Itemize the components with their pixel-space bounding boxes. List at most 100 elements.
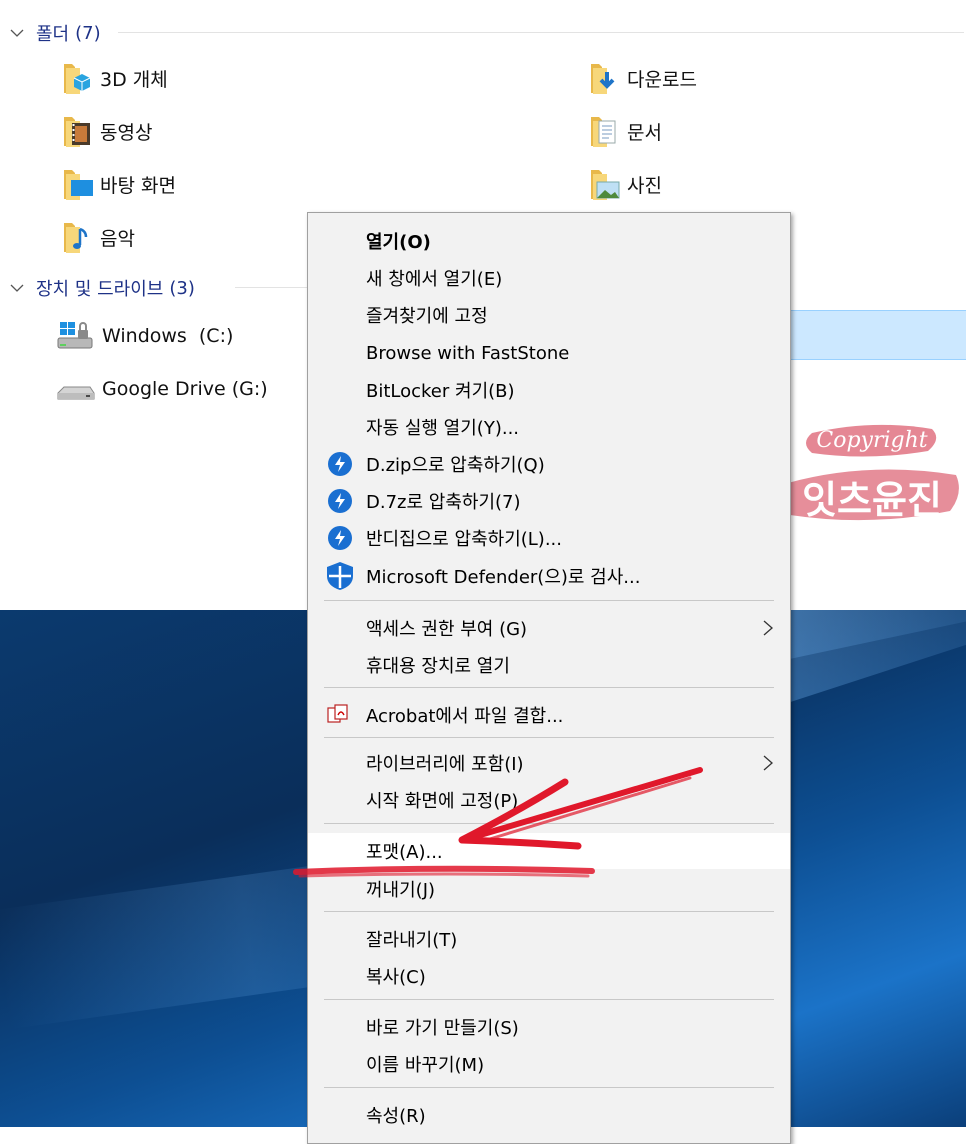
folder-item-desktop[interactable]: 바탕 화면 — [60, 166, 176, 202]
menu-item-label: BitLocker 켜기(B) — [366, 381, 515, 402]
videos-folder-icon — [60, 113, 94, 149]
chevron-right-icon — [763, 755, 773, 771]
bandizip-icon — [328, 452, 352, 476]
selected-drive-highlight — [790, 310, 966, 360]
folder-label: 사진 — [627, 174, 662, 197]
drive-label: Google Drive (G:) — [102, 378, 268, 400]
acrobat-combine-icon — [327, 704, 348, 723]
folder-label: 다운로드 — [627, 68, 697, 91]
documents-folder-icon — [587, 113, 621, 149]
menu-item-7z[interactable]: D.7z로 압축하기(7) — [308, 483, 790, 519]
music-folder-icon — [60, 219, 94, 255]
folders-group-count: (7) — [75, 22, 101, 44]
menu-item-defender-scan[interactable]: Microsoft Defender(으)로 검사... — [308, 558, 790, 594]
context-menu: 열기(O) 새 창에서 열기(E) 즐겨찾기에 고정 Browse with F… — [307, 212, 791, 1144]
menu-separator — [324, 1087, 774, 1088]
menu-item-eject[interactable]: 꺼내기(J) — [308, 871, 790, 907]
bandizip-icon — [328, 489, 352, 513]
menu-separator — [324, 600, 774, 601]
menu-item-label: 반디집으로 압축하기(L)... — [366, 529, 562, 550]
menu-item-label: Browse with FastStone — [366, 342, 570, 364]
menu-item-label: 속성(R) — [366, 1106, 426, 1127]
folder-item-3d-objects[interactable]: 3D 개체 — [60, 60, 168, 96]
menu-item-label: 자동 실행 열기(Y)... — [366, 418, 520, 439]
menu-item-label: 포맷(A)... — [366, 842, 443, 863]
menu-separator — [324, 737, 774, 738]
menu-item-include-library[interactable]: 라이브러리에 포함(I) — [308, 745, 790, 781]
menu-item-label: D.zip으로 압축하기(Q) — [366, 455, 545, 476]
chevron-down-icon — [10, 284, 24, 292]
menu-item-cut[interactable]: 잘라내기(T) — [308, 921, 790, 957]
menu-item-properties[interactable]: 속성(R) — [308, 1097, 790, 1133]
folder-item-music[interactable]: 음악 — [60, 219, 135, 255]
menu-item-zip[interactable]: D.zip으로 압축하기(Q) — [308, 446, 790, 482]
menu-separator — [324, 687, 774, 688]
defender-shield-icon — [327, 562, 353, 590]
drives-group-label: 장치 및 드라이브 — [36, 279, 164, 300]
chevron-right-icon — [763, 620, 773, 636]
menu-item-format[interactable]: 포맷(A)... — [308, 833, 790, 869]
drives-group-header[interactable]: 장치 및 드라이브 (3) — [10, 275, 195, 301]
folder-item-documents[interactable]: 문서 — [587, 113, 662, 149]
menu-item-bandizip[interactable]: 반디집으로 압축하기(L)... — [308, 520, 790, 556]
watermark-line2: 잇츠윤진 — [802, 478, 942, 522]
3d-objects-folder-icon — [60, 60, 94, 96]
downloads-folder-icon — [587, 60, 621, 96]
menu-item-label: 바로 가기 만들기(S) — [366, 1018, 519, 1039]
drive-label: Windows (C:) — [102, 325, 234, 347]
menu-item-label: Microsoft Defender(으)로 검사... — [366, 567, 641, 588]
bandizip-icon — [328, 526, 352, 550]
menu-item-label: 열기(O) — [366, 232, 431, 253]
menu-item-label: 새 창에서 열기(E) — [366, 269, 503, 290]
desktop-folder-icon — [60, 166, 94, 202]
folder-label: 문서 — [627, 121, 662, 144]
menu-item-label: 즐겨찾기에 고정 — [366, 306, 488, 327]
folder-item-pictures[interactable]: 사진 — [587, 166, 662, 202]
menu-item-label: D.7z로 압축하기(7) — [366, 492, 521, 513]
menu-item-open[interactable]: 열기(O) — [308, 223, 790, 259]
menu-item-give-access[interactable]: 액세스 권한 부여 (G) — [308, 610, 790, 646]
copyright-watermark: Copyright 잇츠윤진 — [784, 424, 959, 522]
menu-item-pin-start[interactable]: 시작 화면에 고정(P) — [308, 782, 790, 818]
menu-item-open-new-window[interactable]: 새 창에서 열기(E) — [308, 260, 790, 296]
folder-label: 바탕 화면 — [100, 174, 176, 197]
menu-item-create-shortcut[interactable]: 바로 가기 만들기(S) — [308, 1009, 790, 1045]
folders-group-label: 폴더 — [36, 24, 70, 45]
drive-item-windows[interactable]: Windows (C:) — [56, 318, 233, 354]
folders-group-header[interactable]: 폴더 (7) — [10, 20, 101, 46]
watermark-line1: Copyright — [816, 428, 927, 453]
menu-item-label: 복사(C) — [366, 967, 426, 988]
group-divider — [235, 287, 307, 288]
menu-item-autoplay[interactable]: 자동 실행 열기(Y)... — [308, 409, 790, 445]
menu-item-browse-faststone[interactable]: Browse with FastStone — [308, 335, 790, 371]
menu-item-bitlocker[interactable]: BitLocker 켜기(B) — [308, 372, 790, 408]
menu-separator — [324, 823, 774, 824]
menu-item-copy[interactable]: 복사(C) — [308, 958, 790, 994]
drives-group-count: (3) — [169, 277, 195, 299]
chevron-down-icon — [10, 29, 24, 37]
menu-item-label: 꺼내기(J) — [366, 880, 436, 901]
menu-item-label: 이름 바꾸기(M) — [366, 1055, 485, 1076]
menu-item-acrobat-combine[interactable]: Acrobat에서 파일 결합... — [308, 697, 790, 733]
google-drive-icon — [56, 371, 96, 407]
folder-item-downloads[interactable]: 다운로드 — [587, 60, 697, 96]
menu-item-rename[interactable]: 이름 바꾸기(M) — [308, 1046, 790, 1082]
drive-item-google-drive[interactable]: Google Drive (G:) — [56, 371, 268, 407]
folder-label: 3D 개체 — [100, 68, 168, 91]
menu-item-label: 잘라내기(T) — [366, 930, 458, 951]
menu-item-pin-quick-access[interactable]: 즐겨찾기에 고정 — [308, 297, 790, 333]
menu-separator — [324, 999, 774, 1000]
windows-drive-icon — [56, 318, 96, 354]
group-divider — [118, 32, 964, 33]
menu-item-open-portable[interactable]: 휴대용 장치로 열기 — [308, 647, 790, 683]
menu-separator — [324, 911, 774, 912]
menu-item-label: 라이브러리에 포함(I) — [366, 754, 524, 775]
menu-item-label: Acrobat에서 파일 결합... — [366, 706, 564, 727]
folder-label: 동영상 — [100, 121, 153, 144]
menu-item-label: 액세스 권한 부여 (G) — [366, 619, 528, 640]
folder-label: 음악 — [100, 227, 135, 250]
folder-item-videos[interactable]: 동영상 — [60, 113, 152, 149]
menu-item-label: 휴대용 장치로 열기 — [366, 656, 510, 677]
pictures-folder-icon — [587, 166, 621, 202]
menu-item-label: 시작 화면에 고정(P) — [366, 791, 519, 812]
